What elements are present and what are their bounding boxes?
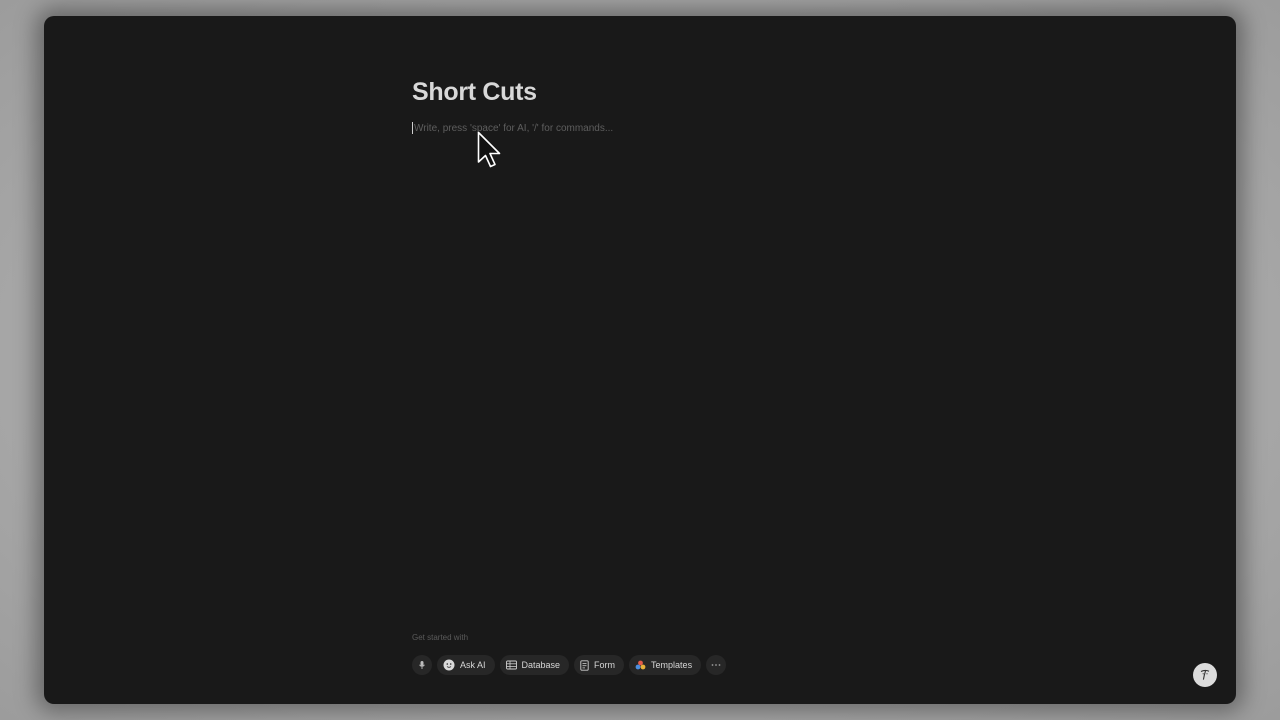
help-face-icon (1200, 669, 1210, 680)
ai-face-icon (443, 659, 455, 671)
editor-input[interactable] (414, 120, 814, 136)
page-content: Short Cuts (412, 72, 972, 136)
templates-icon (635, 660, 646, 670)
mouse-cursor-icon (477, 131, 501, 168)
get-started-chips: Ask AI Database Form Templates (412, 655, 727, 675)
form-button[interactable]: Form (574, 655, 625, 675)
more-button[interactable] (706, 655, 727, 675)
page-title[interactable]: Short Cuts (412, 72, 972, 112)
microphone-button[interactable] (412, 655, 432, 675)
microphone-icon (419, 661, 425, 669)
text-caret (412, 122, 413, 134)
form-label: Form (594, 660, 616, 670)
form-icon (580, 659, 589, 671)
table-icon (505, 660, 517, 670)
app-window: Short Cuts Get started with (44, 16, 1236, 704)
get-started-label: Get started with (412, 633, 469, 642)
ask-ai-button[interactable]: Ask AI (437, 655, 495, 675)
more-icon (711, 664, 721, 666)
templates-button[interactable]: Templates (629, 655, 702, 675)
ask-ai-label: Ask AI (460, 660, 486, 670)
database-button[interactable]: Database (499, 655, 570, 675)
get-started-section: Get started with Ask AI Database Form Te… (412, 632, 727, 675)
database-label: Database (521, 660, 561, 670)
templates-label: Templates (651, 660, 693, 670)
help-button[interactable] (1193, 663, 1217, 687)
